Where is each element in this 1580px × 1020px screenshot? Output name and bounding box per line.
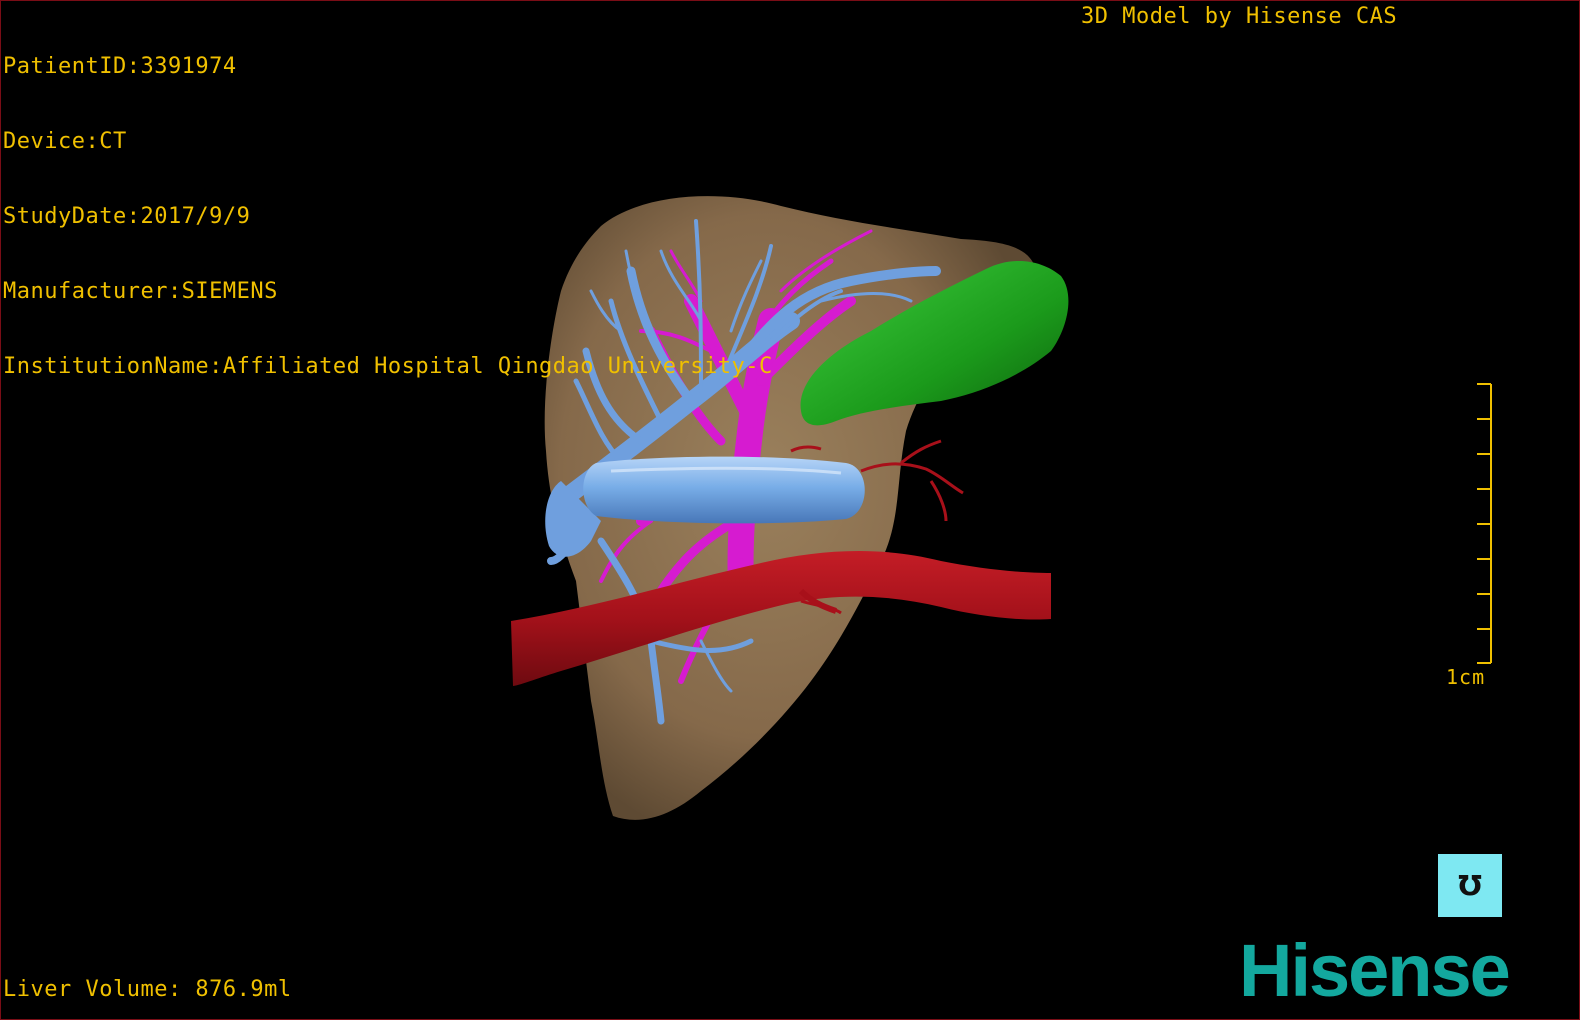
scale-bar — [1477, 383, 1492, 664]
hisense-logo: Hisense — [1239, 929, 1511, 1012]
patient-id-text: PatientID:3391974 — [3, 54, 237, 79]
liver-volume-text: Liver Volume: 876.9ml — [3, 977, 292, 1002]
device-text: Device:CT — [3, 129, 127, 154]
manufacturer-text: Manufacturer:SIEMENS — [3, 279, 278, 304]
orientation-cube-button[interactable]: Ʊ — [1438, 854, 1502, 917]
scale-label: 1cm — [1446, 665, 1486, 689]
institution-text: InstitutionName:Affiliated Hospital Qing… — [3, 354, 773, 379]
study-date-text: StudyDate:2017/9/9 — [3, 204, 251, 229]
dicom-info-overlay: PatientID:3391974 Device:CT StudyDate:20… — [3, 4, 773, 429]
3d-viewport[interactable]: PatientID:3391974 Device:CT StudyDate:20… — [0, 0, 1580, 1020]
model-credit-text: 3D Model by Hisense CAS — [1081, 4, 1398, 29]
orientation-cube-icon: Ʊ — [1458, 869, 1482, 902]
